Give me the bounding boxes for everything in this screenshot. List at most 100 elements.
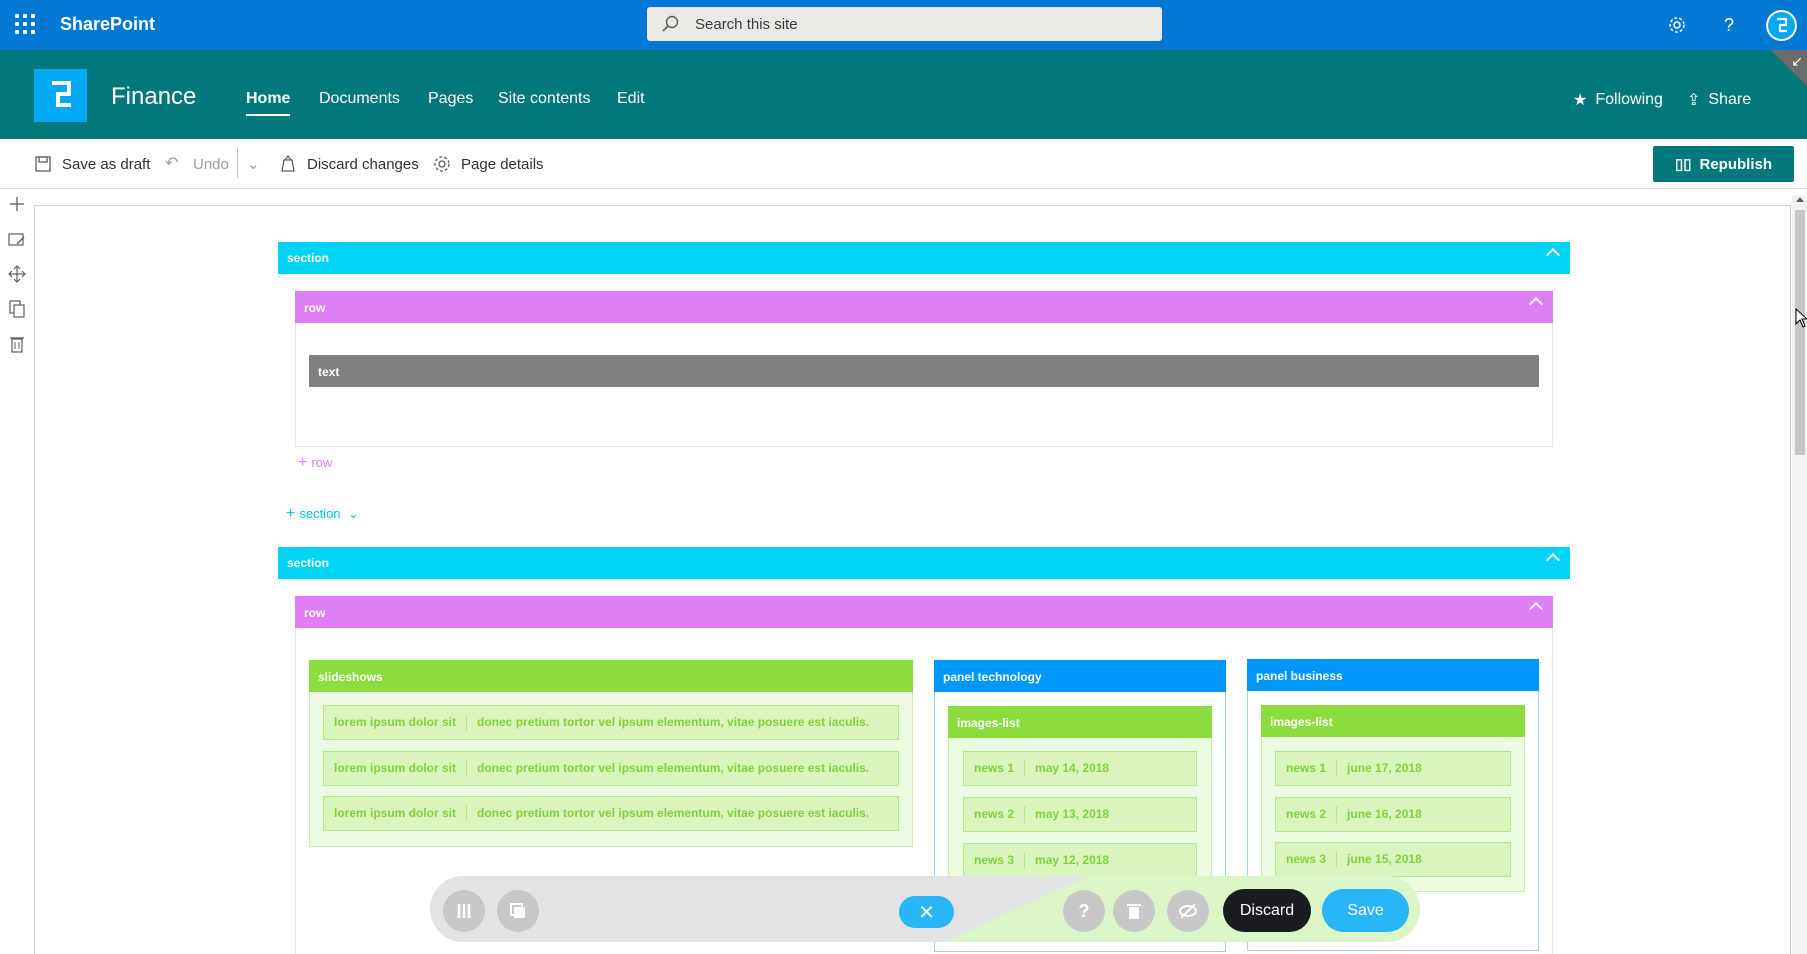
item-title: news 1 — [964, 760, 1026, 777]
command-bar: Save as draft ↶ Undo ⌄ Discard changes P… — [0, 139, 1807, 189]
app-launcher-icon[interactable] — [14, 13, 36, 35]
list-item[interactable]: news 1 may 14, 2018 — [963, 751, 1197, 786]
following-button[interactable]: ★ Following — [1573, 90, 1663, 110]
section-label: section — [287, 556, 330, 570]
list-item[interactable]: lorem ipsum dolor sit donec pretium tort… — [323, 751, 899, 786]
collapse-chevron-icon[interactable] — [1545, 552, 1561, 568]
row-header[interactable]: row — [295, 291, 1553, 323]
images-list-header[interactable]: images-list — [1261, 705, 1525, 737]
delete-icon[interactable] — [7, 334, 27, 354]
nav-documents[interactable]: Documents — [319, 90, 400, 108]
item-title: news 3 — [964, 852, 1026, 869]
item-title: news 2 — [1276, 806, 1338, 823]
images-list-label: images-list — [1270, 715, 1333, 729]
collapse-chevron-icon[interactable] — [1545, 247, 1561, 263]
duplicate-icon[interactable] — [7, 299, 27, 319]
help-button[interactable]: ? — [1063, 890, 1105, 932]
site-title[interactable]: Finance — [111, 83, 196, 111]
list-item[interactable]: news 1 june 17, 2018 — [1275, 751, 1511, 786]
move-icon[interactable] — [7, 264, 27, 284]
mouse-cursor-icon — [1795, 308, 1807, 328]
list-item[interactable]: news 3 june 15, 2018 — [1275, 842, 1511, 877]
item-title: lorem ipsum dolor sit — [324, 714, 468, 731]
close-icon[interactable]: ✕ — [899, 896, 954, 928]
layers-icon[interactable] — [497, 890, 539, 932]
panel-business-header[interactable]: panel business — [1247, 659, 1539, 691]
hide-eye-icon[interactable] — [1167, 890, 1209, 932]
row-label: row — [304, 606, 326, 620]
share-label: Share — [1708, 91, 1752, 108]
slideshows-label: slideshows — [318, 670, 383, 684]
add-icon[interactable] — [7, 194, 27, 214]
republish-button[interactable]: ▯▯ Republish — [1653, 146, 1794, 182]
undo-dropdown-chevron-icon[interactable]: ⌄ — [247, 155, 260, 173]
images-list-label: images-list — [957, 716, 1020, 730]
slideshows-header[interactable]: slideshows — [309, 660, 913, 692]
discard-button[interactable]: Discard — [1223, 889, 1311, 932]
list-item[interactable]: lorem ipsum dolor sit donec pretium tort… — [323, 705, 899, 740]
suite-bar: SharePoint Search this site ? — [0, 0, 1807, 50]
nav-edit[interactable]: Edit — [617, 90, 645, 108]
item-date: may 12, 2018 — [1035, 853, 1110, 867]
row-label: row — [304, 301, 326, 315]
list-item[interactable]: news 2 june 16, 2018 — [1275, 797, 1511, 832]
save-icon — [35, 156, 51, 172]
save-button[interactable]: Save — [1322, 889, 1409, 932]
item-date: june 15, 2018 — [1347, 852, 1422, 866]
list-item[interactable]: news 3 may 12, 2018 — [963, 843, 1197, 878]
search-box[interactable]: Search this site — [647, 7, 1162, 41]
images-list-header[interactable]: images-list — [948, 706, 1212, 738]
item-date: may 13, 2018 — [1035, 807, 1110, 821]
item-title: news 2 — [964, 806, 1026, 823]
list-item[interactable]: lorem ipsum dolor sit donec pretium tort… — [323, 796, 899, 831]
scroll-up-icon[interactable] — [1796, 197, 1804, 202]
suite-brand[interactable]: SharePoint — [60, 14, 155, 35]
trash-icon[interactable] — [1113, 890, 1155, 932]
undo-label: Undo — [193, 155, 229, 173]
search-icon — [662, 15, 679, 32]
save-draft-button[interactable]: Save as draft — [34, 155, 150, 173]
nav-pages[interactable]: Pages — [428, 90, 473, 108]
item-title: news 1 — [1276, 760, 1338, 777]
book-icon: ▯▯ — [1674, 156, 1692, 173]
panel-technology-header[interactable]: panel technology — [934, 660, 1226, 692]
chevron-down-icon: ⌄ — [348, 506, 360, 521]
scrollbar-thumb[interactable] — [1795, 210, 1805, 455]
item-title: news 3 — [1276, 851, 1338, 868]
item-text: donec pretium tortor vel ipsum elementum… — [477, 715, 870, 729]
item-title: lorem ipsum dolor sit — [324, 805, 468, 822]
section-header[interactable]: section — [278, 547, 1570, 579]
add-section-button[interactable]: + section ⌄ — [286, 505, 359, 523]
list-item[interactable]: news 2 may 13, 2018 — [963, 797, 1197, 832]
section-label: section — [287, 251, 330, 265]
columns-icon[interactable] — [443, 890, 485, 932]
avatar[interactable] — [1766, 10, 1797, 41]
help-icon[interactable]: ? — [1716, 12, 1742, 38]
item-date: may 14, 2018 — [1035, 761, 1110, 775]
item-date: june 16, 2018 — [1347, 807, 1422, 821]
site-header: Finance Home Documents Pages Site conten… — [0, 50, 1807, 139]
text-block[interactable]: text — [309, 355, 1539, 387]
add-row-button[interactable]: + row — [298, 454, 332, 472]
item-text: donec pretium tortor vel ipsum elementum… — [477, 806, 870, 820]
undo-button[interactable]: ↶ Undo — [165, 155, 229, 173]
page-details-label: Page details — [461, 155, 544, 173]
nav-site-contents[interactable]: Site contents — [498, 90, 591, 108]
section-header[interactable]: section — [278, 242, 1570, 274]
plus-icon: + — [286, 505, 296, 522]
undo-icon: ↶ — [165, 155, 179, 172]
share-button[interactable]: ⇪ Share — [1687, 90, 1751, 110]
star-icon: ★ — [1573, 92, 1588, 109]
row-header[interactable]: row — [295, 596, 1553, 628]
nav-home[interactable]: Home — [246, 90, 290, 108]
share-icon: ⇪ — [1687, 92, 1701, 109]
nav-active-indicator — [246, 114, 290, 116]
page-details-button[interactable]: Page details — [433, 155, 544, 173]
discard-changes-button[interactable]: Discard changes — [279, 155, 419, 173]
gear-icon[interactable] — [1664, 12, 1690, 38]
collapse-chevron-icon[interactable] — [1528, 601, 1544, 617]
collapse-chevron-icon[interactable] — [1528, 296, 1544, 312]
site-logo[interactable] — [34, 69, 87, 122]
discard-icon — [281, 155, 295, 172]
edit-icon[interactable] — [7, 230, 27, 250]
